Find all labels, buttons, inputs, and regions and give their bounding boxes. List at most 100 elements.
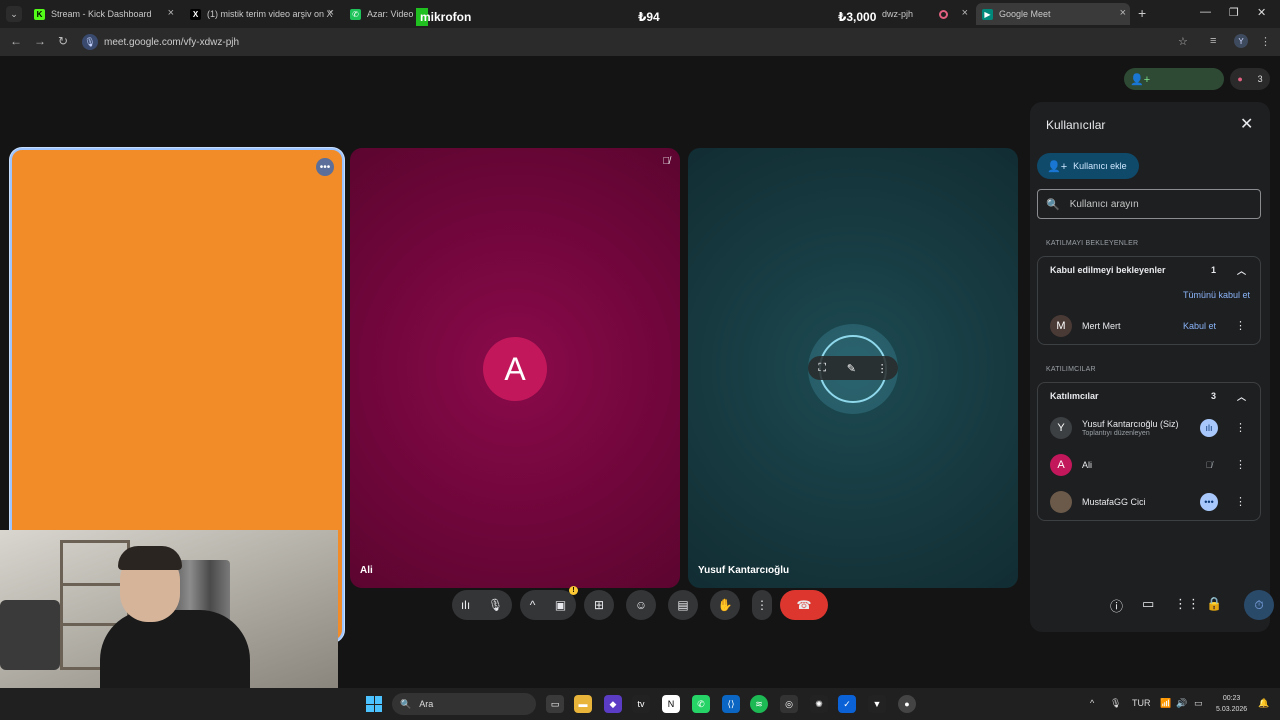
raise-hand-button[interactable]: ✋ [710, 590, 740, 620]
more-options-icon[interactable]: ••• [316, 158, 334, 176]
chrome-icon[interactable]: ◎ [780, 695, 798, 713]
tile-hover-toolbar: ⛶ ✎ ⋮ [808, 356, 898, 380]
clock-date: 5.03.2026 [1216, 706, 1248, 713]
tab-google-meet[interactable]: ▶ Google Meet × [976, 3, 1130, 25]
forward-icon[interactable]: → [34, 34, 46, 48]
more-vert-icon[interactable]: ⋮ [1235, 495, 1246, 508]
meeting-info-icon[interactable]: ⓘ [1110, 596, 1123, 615]
fit-frame-icon[interactable]: ⛶ [818, 362, 826, 375]
mic-off-icon: 🎙̸ [662, 156, 671, 167]
battery-icon[interactable]: ▭ [1194, 698, 1203, 709]
add-person-icon: 👤+ [1047, 160, 1068, 173]
taskbar-search[interactable]: 🔍 Ara [392, 693, 536, 715]
browser-menu-icon[interactable]: ⋮ [1260, 35, 1271, 48]
close-icon[interactable]: ✕ [1240, 114, 1253, 134]
add-user-button[interactable]: 👤+ Kullanıcı ekle [1037, 153, 1139, 179]
mic-off-icon[interactable]: 🎙̸ [1200, 456, 1218, 474]
close-icon[interactable]: × [168, 7, 174, 19]
window-close-icon[interactable]: ✕ [1257, 6, 1266, 19]
app-icon[interactable]: ▼ [868, 695, 886, 713]
pin-icon[interactable]: ✎ [847, 362, 856, 375]
present-screen-button[interactable]: ⊞ [584, 590, 614, 620]
chevron-up-icon[interactable]: ︿ [1237, 264, 1246, 277]
tab-search-icon[interactable]: ⌄ [6, 6, 22, 22]
participants-group-header[interactable]: Katılımcılar 3 ︿ [1038, 383, 1260, 409]
tab-title: dwz-pjh [882, 9, 914, 19]
camera-toggle-button[interactable]: ^ ▣ ! [520, 586, 578, 620]
participant-row: MustafaGG Cici ••• ⋮ [1038, 483, 1260, 520]
people-count-button[interactable]: ● 3 [1230, 68, 1270, 90]
more-vert-icon[interactable]: ⋮ [1235, 319, 1246, 332]
people-icon: ● [1237, 74, 1243, 84]
new-tab-icon[interactable]: + [1138, 5, 1146, 21]
webcam-overlay [0, 530, 338, 688]
close-icon[interactable]: × [1120, 7, 1126, 19]
kick-icon: K [34, 8, 45, 20]
close-icon[interactable]: × [962, 7, 968, 19]
leave-call-button[interactable]: ☎ [780, 590, 828, 620]
bookmark-star-icon[interactable]: ☆ [1178, 35, 1188, 48]
overlay-mic-label: mikrofon [420, 10, 472, 24]
member-name: Mert Mert [1082, 320, 1121, 331]
spotify-icon[interactable]: ≋ [750, 695, 768, 713]
more-vert-icon[interactable]: ⋮ [1235, 458, 1246, 471]
more-options-button[interactable]: ⋮ [752, 590, 772, 620]
participant-tile-ali[interactable]: 🎙̸ A Ali [350, 148, 680, 588]
chatgpt-icon[interactable]: ✺ [810, 695, 828, 713]
participant-tile-yusuf[interactable]: ⛶ ✎ ⋮ Yusuf Kantarcıoğlu [688, 148, 1018, 588]
app-icon[interactable]: ◆ [604, 695, 622, 713]
windows-start-icon[interactable] [366, 696, 382, 712]
host-controls-icon[interactable]: 🔒 [1206, 596, 1222, 612]
tab-kick-dashboard[interactable]: K Stream - Kick Dashboard × [28, 3, 178, 25]
wifi-icon[interactable]: 📶 [1160, 698, 1171, 709]
chevron-up-icon[interactable]: ︿ [1237, 390, 1246, 403]
back-icon[interactable]: ← [10, 34, 22, 48]
notification-icon[interactable]: 🔔 [1258, 698, 1269, 709]
profile-avatar[interactable]: Y [1234, 34, 1248, 48]
app-icon[interactable]: ● [898, 695, 916, 713]
tab-x[interactable]: X (1) mistik terim video arşiv on X × [184, 3, 338, 25]
clock[interactable]: 00:23 5.03.2026 [1216, 693, 1247, 715]
minimize-icon[interactable]: — [1200, 6, 1211, 18]
waiting-group-header[interactable]: Kabul edilmeyi bekleyenler 1 ︿ [1038, 257, 1260, 283]
accept-all-link[interactable]: Tümünü kabul et [1038, 283, 1260, 307]
timer-icon[interactable]: ⏱ [1244, 590, 1274, 620]
url-text: meet.google.com/vfy-xdwz-pjh [104, 36, 240, 48]
more-horiz-icon[interactable]: ••• [1200, 492, 1218, 511]
more-vert-icon[interactable]: ⋮ [1235, 421, 1246, 434]
vscode-icon[interactable]: ⟨⟩ [722, 695, 740, 713]
more-vert-icon[interactable]: ⋮ [877, 362, 888, 375]
participant-row: Y Yusuf Kantarcıoğlu (Siz) Toplantıyı dü… [1038, 409, 1260, 446]
mic-toggle-button[interactable]: ılı 🎙 [452, 590, 512, 620]
search-input[interactable]: 🔍 Kullanıcı arayın [1037, 189, 1261, 219]
notion-icon[interactable]: N [662, 695, 680, 713]
language-indicator[interactable]: TUR [1132, 698, 1151, 708]
volume-icon[interactable]: 🔊 [1176, 698, 1187, 709]
restore-icon[interactable]: ❐ [1229, 6, 1239, 19]
media-control-icon[interactable]: ≡ [1210, 35, 1216, 47]
whatsapp-icon[interactable]: ✆ [692, 695, 710, 713]
apple-tv-icon[interactable]: tv [632, 695, 650, 713]
tile-name: Ali [360, 565, 373, 576]
site-info-icon[interactable]: 🎙 [82, 34, 98, 50]
task-view-icon[interactable]: ▭ [546, 695, 564, 713]
tray-mic-icon[interactable]: 🎙 [1110, 698, 1121, 709]
chat-icon[interactable]: ▭ [1142, 596, 1154, 612]
tab-azar[interactable]: ✆ Azar: Video Ch [344, 3, 416, 25]
more-vert-icon: ⋮ [756, 598, 768, 612]
accept-button[interactable]: Kabul et [1183, 321, 1216, 331]
url-field[interactable]: 🎙 meet.google.com/vfy-xdwz-pjh [82, 32, 239, 52]
reload-icon[interactable]: ↻ [58, 34, 68, 48]
reactions-button[interactable]: ☺ [626, 590, 656, 620]
avatar [1050, 490, 1072, 513]
tab-meet-record[interactable]: dwz-pjh × [876, 3, 972, 25]
close-icon[interactable]: × [328, 7, 334, 19]
activities-icon[interactable]: ⋮⋮ [1174, 596, 1200, 612]
camera-icon: ▣ [554, 598, 567, 612]
todo-icon[interactable]: ✓ [838, 695, 856, 713]
tray-chevron-icon[interactable]: ^ [1090, 698, 1094, 708]
captions-button[interactable]: ▤ [668, 590, 698, 620]
google-meet-icon: ▶ [982, 8, 993, 20]
add-people-pill[interactable]: 👤+ [1124, 68, 1224, 90]
file-explorer-icon[interactable]: ▬ [574, 695, 592, 713]
